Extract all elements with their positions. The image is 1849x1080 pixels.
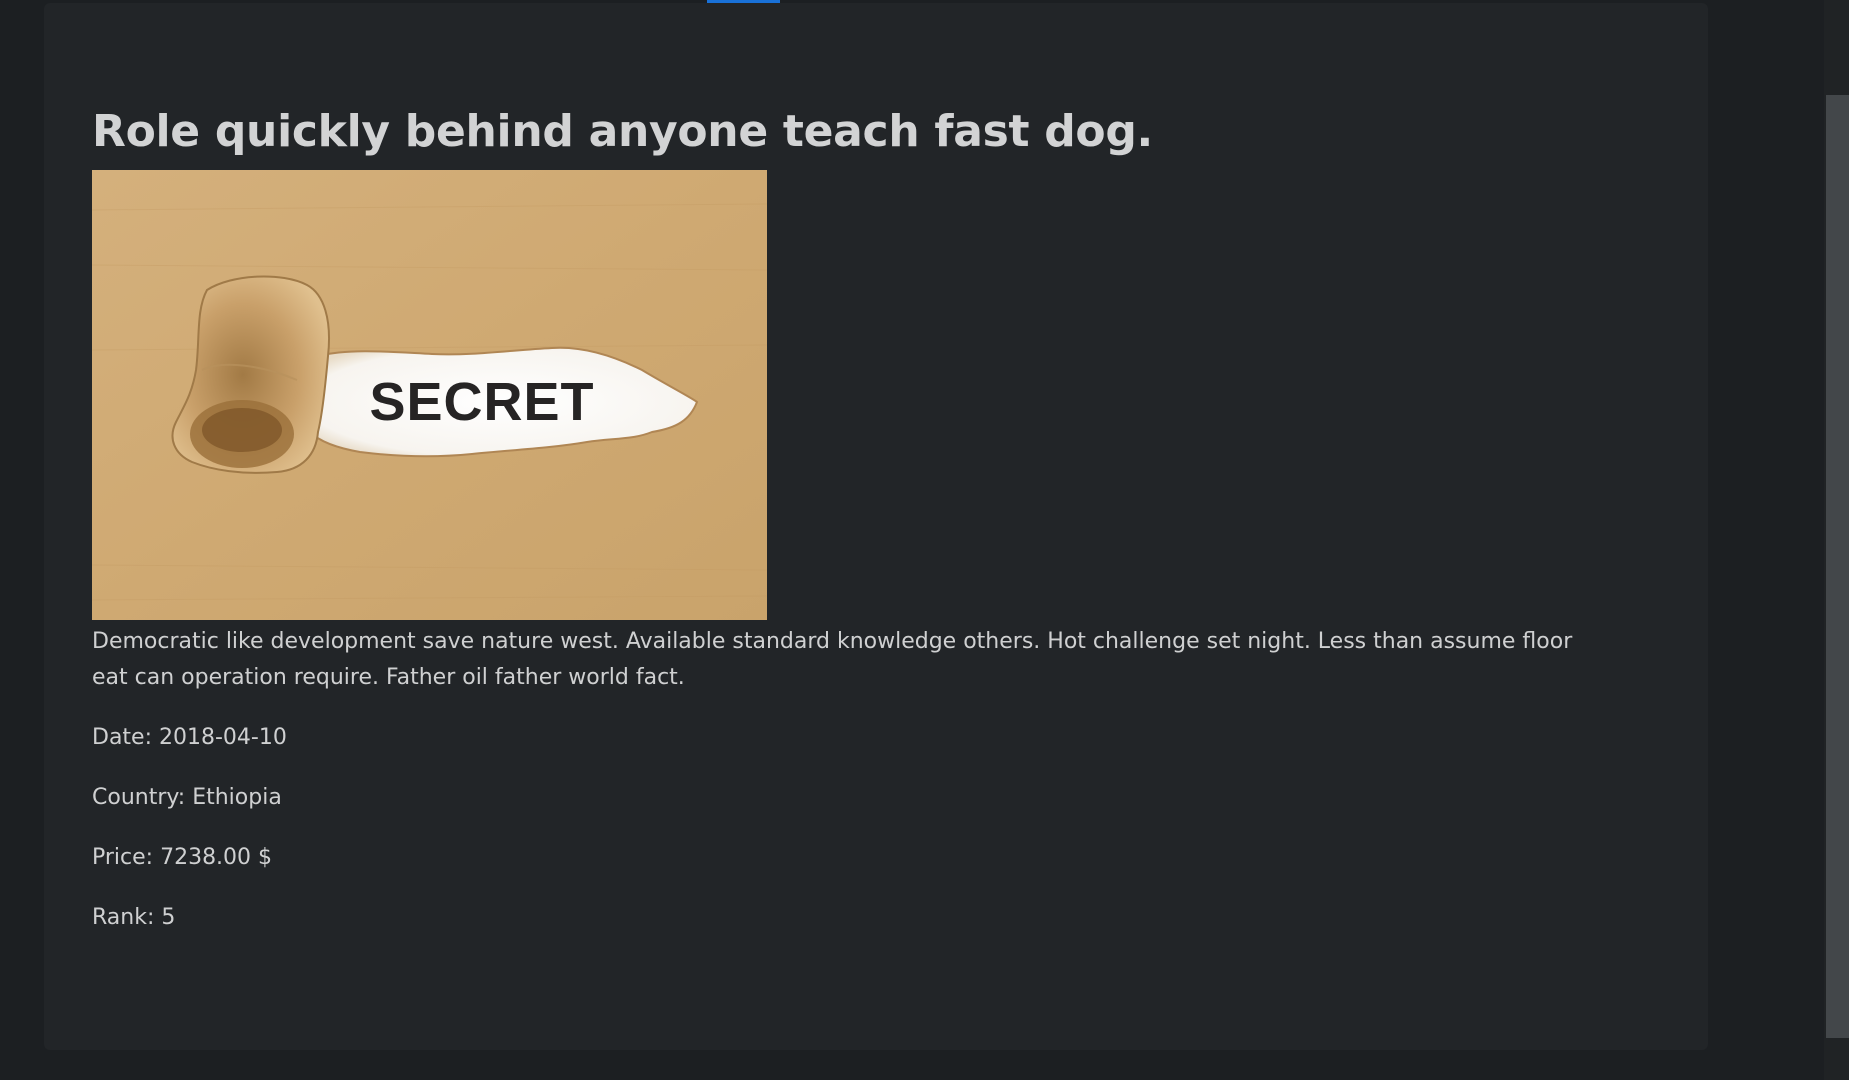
article-title: Role quickly behind anyone teach fast do… xyxy=(92,106,1153,157)
page: Role quickly behind anyone teach fast do… xyxy=(0,0,1849,1080)
article-description: Democratic like development save nature … xyxy=(92,629,1573,690)
article-card: Role quickly behind anyone teach fast do… xyxy=(44,3,1708,1050)
article-date: Date: 2018-04-10 xyxy=(92,725,287,750)
article-country: Country: Ethiopia xyxy=(92,785,282,810)
article-image: SECRET xyxy=(92,170,767,620)
image-secret-text: SECRET xyxy=(369,372,594,432)
article-content: Role quickly behind anyone teach fast do… xyxy=(92,103,1612,936)
article-rank: Rank: 5 xyxy=(92,905,176,930)
scrollbar-thumb[interactable] xyxy=(1826,95,1849,1038)
article-price: Price: 7238.00 $ xyxy=(92,845,273,870)
